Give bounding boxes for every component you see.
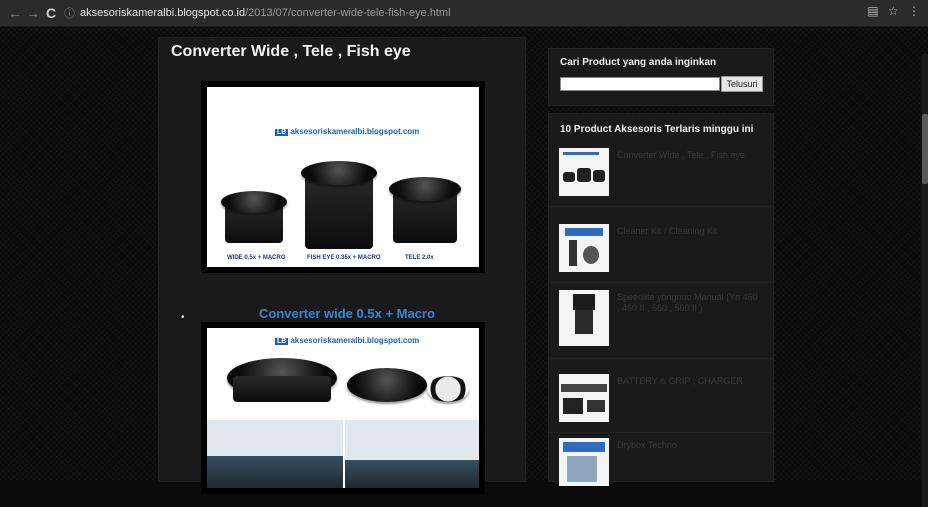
url-path: /2013/07/converter-wide-tele-fish-eye.ht… xyxy=(245,7,451,19)
list-item[interactable]: BATTERY & GRIP , CHARGER xyxy=(549,368,773,433)
image-content: LB aksesoriskameralbi.blogspot.com WIDE 0… xyxy=(207,87,479,267)
image-watermark-2: LB aksesoriskameralbi.blogspot.com xyxy=(275,336,419,345)
search-button[interactable]: Telusuri xyxy=(721,76,763,92)
address-bar[interactable]: aksesoriskameralbi.blogspot.co.id/2013/0… xyxy=(80,6,920,20)
product-thumbnail xyxy=(559,224,609,272)
page-background: Converter Wide , Tele , Fish eye LB akses… xyxy=(0,27,928,507)
watermark-badge: LB xyxy=(275,129,289,136)
wide-lens-rim xyxy=(221,191,287,213)
search-input[interactable] xyxy=(560,77,720,91)
list-bullet: • xyxy=(181,312,185,323)
scrollbar-thumb[interactable] xyxy=(922,114,928,184)
list-item[interactable]: Cleaner Kit / Cleaning Kit xyxy=(549,218,773,283)
forward-arrow-icon[interactable]: → xyxy=(26,4,40,22)
search-widget-title: Cari Product yang anda inginkan xyxy=(560,57,717,68)
info-icon[interactable]: ⓘ xyxy=(64,5,75,23)
product-thumbnail xyxy=(559,438,609,486)
menu-kebab-icon[interactable]: ⋮ xyxy=(908,4,920,18)
subheading-link[interactable]: Converter wide 0.5x + Macro xyxy=(259,306,435,321)
reload-icon[interactable]: C xyxy=(46,4,56,22)
image-watermark: LB aksesoriskameralbi.blogspot.com xyxy=(275,127,419,136)
product-label[interactable]: Cleaner Kit / Cleaning Kit xyxy=(617,226,762,237)
post-title: Converter Wide , Tele , Fish eye xyxy=(171,43,411,60)
page-scrollbar[interactable] xyxy=(922,54,928,507)
bookmark-star-icon[interactable]: ☆ xyxy=(888,4,899,18)
sample-house-left xyxy=(207,456,343,488)
caption-tele: TELE 2.0x xyxy=(405,255,434,261)
product-image-lenses[interactable]: LB aksesoriskameralbi.blogspot.com WIDE 0… xyxy=(201,81,485,273)
macro-ring xyxy=(427,376,469,402)
post-column: Converter Wide , Tele , Fish eye LB akses… xyxy=(158,37,526,494)
browser-toolbar: ← → C ⓘ aksesoriskameralbi.blogspot.co.i… xyxy=(0,0,928,27)
list-item[interactable]: Drybox Techno xyxy=(549,432,773,496)
image-content-2: LB aksesoriskameralbi.blogspot.com xyxy=(207,328,479,488)
top-products-title: 10 Product Aksesoris Terlaris minggu ini xyxy=(560,124,754,135)
url-host: aksesoriskameralbi.blogspot.co.id xyxy=(80,7,246,19)
search-widget: Cari Product yang anda inginkan Telusuri xyxy=(548,48,774,106)
toolbar-actions: ▤ ☆ ⋮ xyxy=(867,4,920,18)
fisheye-lens-rim xyxy=(301,161,377,185)
list-item[interactable]: Converter Wide , Tele , Fish eye xyxy=(549,142,773,207)
translate-icon[interactable]: ▤ xyxy=(867,4,878,18)
product-thumbnail xyxy=(559,148,609,196)
top-products-widget: 10 Product Aksesoris Terlaris minggu ini… xyxy=(548,113,774,486)
wide-converter-body xyxy=(233,376,331,402)
macro-lens xyxy=(347,368,427,402)
watermark-text-2: aksesoriskameralbi.blogspot.com xyxy=(290,336,420,345)
watermark-badge-2: LB xyxy=(275,338,289,345)
product-thumbnail xyxy=(559,374,609,422)
product-label[interactable]: Drybox Techno xyxy=(617,440,762,451)
product-image-wide-converter[interactable]: LB aksesoriskameralbi.blogspot.com xyxy=(201,322,485,494)
product-thumbnail xyxy=(559,290,609,346)
list-item[interactable]: Speedlite yongnuo Manual (Yn 460 , 460 I… xyxy=(549,284,773,359)
back-arrow-icon[interactable]: ← xyxy=(8,4,22,22)
sample-house-right xyxy=(345,460,479,488)
caption-wide: WIDE 0.5x + MACRO xyxy=(227,255,286,261)
caption-fisheye: FISH EYE 0.35x + MACRO xyxy=(307,255,381,261)
tele-lens-rim xyxy=(389,177,461,201)
product-label[interactable]: Converter Wide , Tele , Fish eye xyxy=(617,150,762,161)
product-label[interactable]: BATTERY & GRIP , CHARGER xyxy=(617,376,762,387)
watermark-text: aksesoriskameralbi.blogspot.com xyxy=(290,127,420,136)
product-label[interactable]: Speedlite yongnuo Manual (Yn 460 , 460 I… xyxy=(617,292,762,314)
